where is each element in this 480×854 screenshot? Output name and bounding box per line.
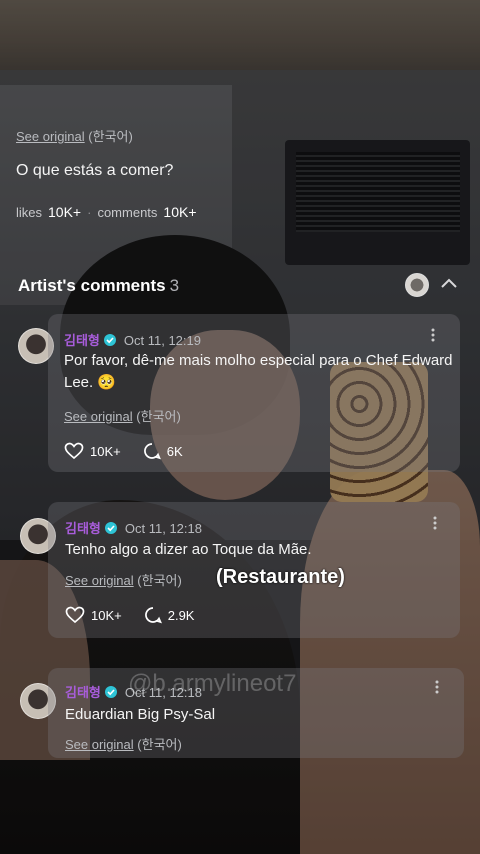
- post-text: O que estás a comer?: [16, 162, 174, 179]
- artist-comments-header: Artist's comments 3: [18, 276, 179, 296]
- more-options-icon[interactable]: [433, 516, 437, 530]
- like-count: 10K+: [90, 443, 121, 459]
- verified-badge-icon: [104, 686, 117, 698]
- more-options-icon[interactable]: [435, 680, 439, 694]
- video-caption: (Restaurante): [216, 566, 345, 588]
- comment-text: Eduardian Big Psy-Sal: [65, 706, 216, 723]
- likes-label: likes: [16, 204, 43, 220]
- more-options-icon[interactable]: [431, 328, 435, 342]
- reply-count: 6K: [166, 443, 183, 459]
- like-count: 10K+: [91, 607, 122, 623]
- likes-count: 10K+: [48, 204, 82, 220]
- author-name[interactable]: 김태형: [65, 685, 101, 700]
- comment-text: Por favor, dê-me mais molho especial par…: [64, 352, 453, 391]
- post-see-original-link[interactable]: See original (한국어): [16, 126, 133, 145]
- comment-header: 김태형 Oct 11, 12:19: [64, 330, 201, 350]
- see-original-text[interactable]: See original: [16, 129, 85, 144]
- artist-avatar[interactable]: [405, 273, 429, 297]
- see-original-text[interactable]: See original: [64, 409, 133, 424]
- stats-separator: ·: [87, 204, 92, 220]
- comments-count: 10K+: [163, 204, 197, 220]
- verified-badge-icon: [103, 334, 116, 346]
- see-original-lang: (한국어): [136, 409, 181, 424]
- comment-time: Oct 11, 12:18: [124, 521, 202, 536]
- section-count: 3: [169, 276, 180, 295]
- reply-icon[interactable]: [143, 442, 161, 460]
- comment-card: 김태형 Oct 11, 12:19 Por favor, dê-me mais m…: [48, 314, 460, 472]
- see-original-lang: (한국어): [137, 737, 182, 752]
- see-original-text[interactable]: See original: [65, 737, 134, 752]
- author-name[interactable]: 김태형: [65, 521, 101, 536]
- comment-actions: 10K+ 2.9K: [65, 606, 194, 624]
- reply-icon[interactable]: [144, 606, 162, 624]
- see-original-lang: (한국어): [137, 573, 182, 588]
- section-title: Artist's comments: [18, 276, 166, 295]
- reply-count: 2.9K: [167, 607, 195, 623]
- comment-text: Tenho algo a dizer ao Toque da Mãe.: [65, 541, 312, 558]
- comment-header: 김태형 Oct 11, 12:18: [65, 518, 202, 538]
- see-original-link[interactable]: See original (한국어): [64, 406, 181, 425]
- comments-label: comments: [97, 204, 158, 220]
- comment-time: Oct 11, 12:19: [123, 333, 201, 348]
- see-original-text[interactable]: See original: [65, 573, 134, 588]
- heart-icon[interactable]: [64, 442, 84, 460]
- author-name[interactable]: 김태형: [64, 333, 100, 348]
- heart-icon[interactable]: [65, 606, 85, 624]
- see-original-link[interactable]: See original (한국어): [65, 570, 182, 589]
- post-stats: likes 10K+ · comments 10K+: [16, 204, 197, 220]
- see-original-lang: (한국어): [88, 129, 133, 144]
- chevron-up-icon[interactable]: [440, 276, 458, 290]
- comment-actions: 10K+ 6K: [64, 442, 183, 460]
- verified-badge-icon: [104, 522, 117, 534]
- see-original-link[interactable]: See original (한국어): [65, 734, 182, 753]
- watermark: @b.armylineot7: [128, 670, 297, 697]
